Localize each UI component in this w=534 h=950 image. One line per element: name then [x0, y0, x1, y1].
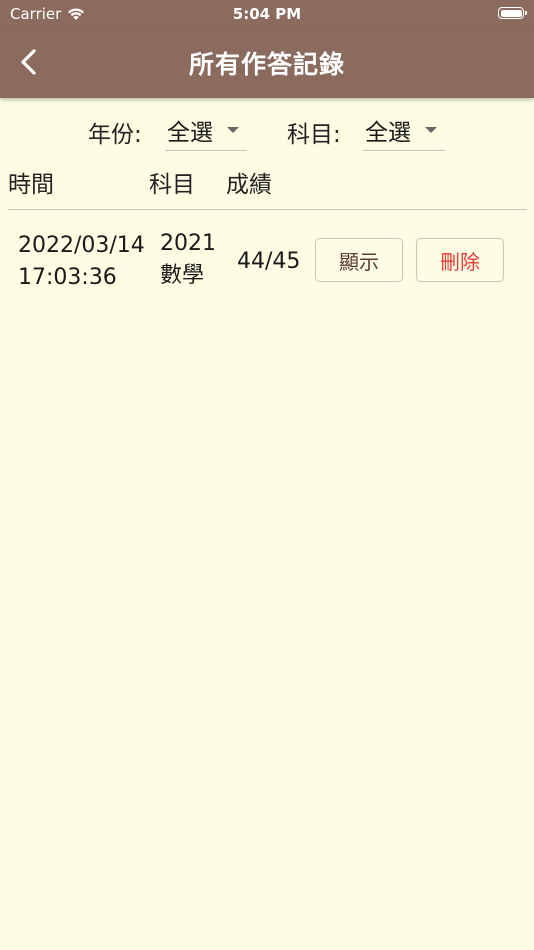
status-bar: Carrier 5:04 PM [0, 0, 534, 28]
column-header-score: 成績 [226, 172, 272, 198]
battery-icon [498, 7, 527, 19]
caret-down-icon [425, 127, 437, 133]
page-title: 所有作答記錄 [188, 50, 345, 79]
navigation-bar: 所有作答記錄 [0, 28, 534, 98]
year-dropdown[interactable]: 全選 [165, 110, 247, 151]
show-button[interactable]: 顯示 [315, 238, 403, 282]
caret-down-icon [227, 127, 239, 133]
subject-filter-label: 科目: [287, 122, 341, 148]
record-clock: 17:03:36 [18, 265, 117, 290]
record-subject-name: 數學 [160, 263, 205, 288]
delete-button[interactable]: 刪除 [416, 238, 504, 282]
subject-dropdown[interactable]: 全選 [363, 110, 445, 151]
filter-bar: 年份: 全選 科目: 全選 [0, 110, 534, 152]
record-year: 2021 [160, 231, 216, 256]
status-time: 5:04 PM [232, 5, 302, 23]
column-header-time: 時間 [8, 172, 54, 198]
header-divider [8, 209, 527, 210]
record-subject: 2021 數學 [160, 228, 216, 292]
record-score: 44/45 [237, 249, 301, 274]
record-time: 2022/03/14 17:03:36 [18, 230, 145, 294]
year-dropdown-value: 全選 [167, 120, 213, 146]
column-header-subject: 科目 [149, 172, 195, 198]
table-row: 2022/03/14 17:03:36 2021 數學 44/45 顯示 刪除 [0, 226, 534, 306]
year-filter-label: 年份: [88, 122, 142, 148]
subject-dropdown-value: 全選 [365, 120, 411, 146]
record-date: 2022/03/14 [18, 233, 145, 258]
